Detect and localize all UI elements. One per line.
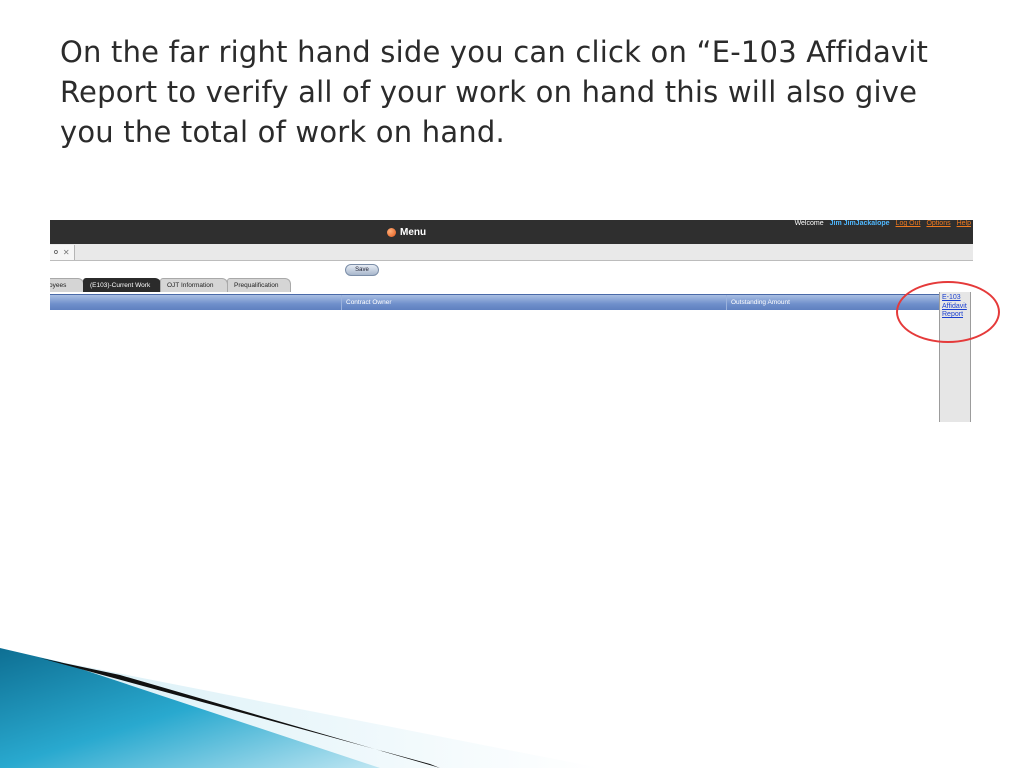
welcome-area: Welcome Jim JimJackalope Log Out Options… (795, 220, 971, 227)
logout-link[interactable]: Log Out (896, 220, 921, 227)
document-tab-strip: o ✕ (50, 244, 973, 261)
document-tab[interactable]: o ✕ (50, 245, 75, 260)
user-name: Jim JimJackalope (829, 220, 890, 227)
teal-band (0, 648, 380, 768)
tab-employees[interactable]: oyees (50, 278, 84, 292)
menu-button[interactable]: Menu (387, 223, 426, 241)
column-header-contract-owner[interactable]: Contract Owner (341, 295, 726, 310)
options-link[interactable]: Options (926, 220, 950, 227)
document-tab-label: o (54, 249, 58, 256)
decorative-swoosh (0, 648, 600, 768)
help-link[interactable]: Help (957, 220, 971, 227)
menu-orb-icon (387, 227, 396, 237)
save-button[interactable]: Save (345, 264, 379, 276)
top-bar: Menu Welcome Jim JimJackalope Log Out Op… (50, 220, 973, 244)
toolbar: Save (50, 261, 973, 278)
welcome-text: Welcome (794, 220, 824, 227)
menu-label: Menu (400, 226, 427, 238)
grid-header: Contract Owner Outstanding Amount (50, 294, 939, 310)
tab-current-work[interactable]: (E103)-Current Work (83, 278, 161, 292)
section-tabs: oyees (E103)-Current Work OJT Informatio… (50, 278, 973, 292)
slide-title: On the far right hand side you can click… (60, 35, 929, 149)
highlight-circle (896, 281, 1000, 343)
tab-prequalification[interactable]: Prequalification (227, 278, 291, 292)
tab-ojt-information[interactable]: OJT Information (160, 278, 228, 292)
column-header[interactable] (50, 295, 341, 310)
close-icon[interactable]: ✕ (63, 248, 70, 257)
app-screenshot: Menu Welcome Jim JimJackalope Log Out Op… (50, 220, 973, 422)
